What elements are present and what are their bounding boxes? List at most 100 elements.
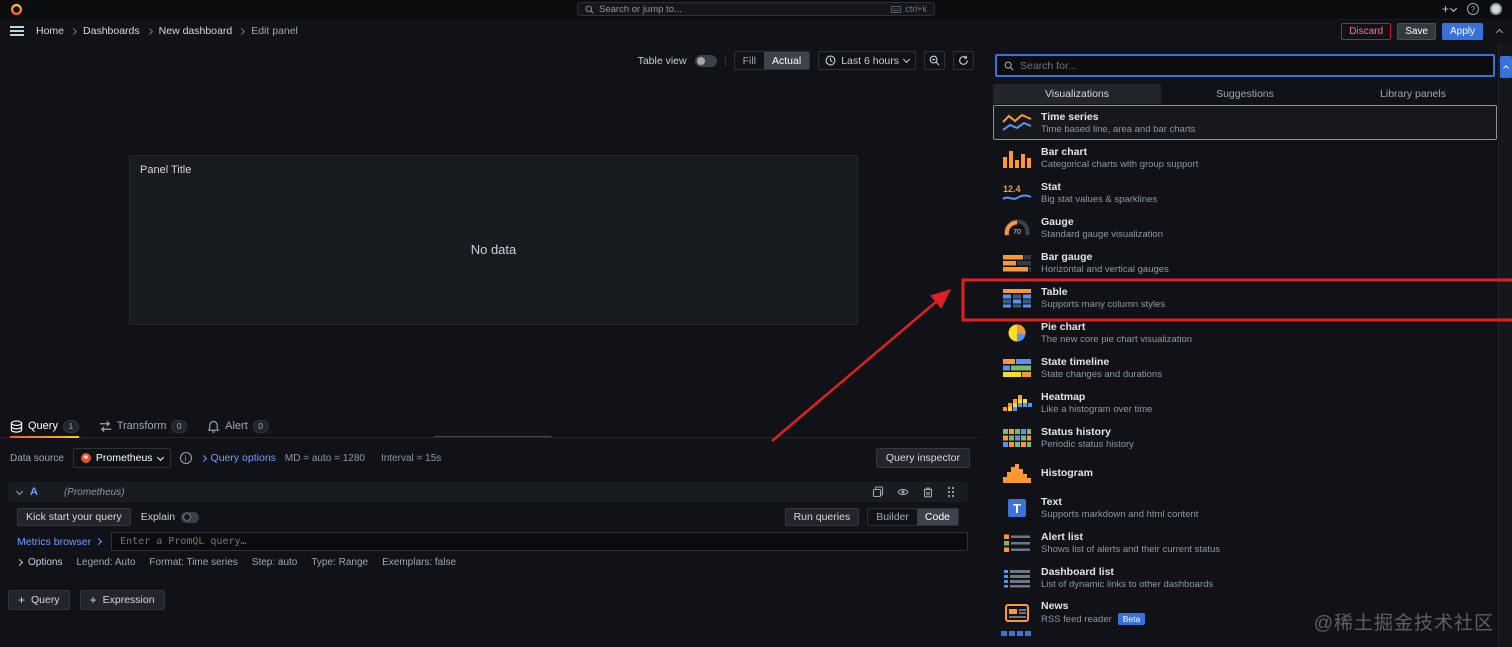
viz-tab-suggestions[interactable]: Suggestions <box>1161 84 1329 104</box>
collapse-query-icon[interactable] <box>15 487 24 495</box>
viz-item-description: Periodic status history <box>1041 438 1134 450</box>
viz-item-gauge[interactable]: 70 Gauge Standard gauge visualization <box>993 210 1497 245</box>
viz-item-description: Categorical charts with group support <box>1041 158 1199 170</box>
viz-item-histogram[interactable]: Histogram <box>993 455 1497 490</box>
viz-item-text[interactable]: T Text Supports markdown and html content <box>993 490 1497 525</box>
fill-option[interactable]: Fill <box>735 52 764 69</box>
viz-item-name: Alert list <box>1041 530 1084 543</box>
viz-item-name: Time series <box>1041 110 1099 123</box>
editor-tab-label: Transform <box>116 420 167 432</box>
status-history-icon <box>1002 428 1032 448</box>
search-icon <box>585 5 594 14</box>
breadcrumb-item-home[interactable]: Home <box>36 25 64 37</box>
editor-tab-transform[interactable]: Transform 0 <box>99 415 188 437</box>
add-menu-button[interactable]: + <box>1442 2 1458 16</box>
breadcrumb-separator-icon <box>238 27 246 35</box>
kick-start-button[interactable]: Kick start your query <box>17 508 131 526</box>
add-query-button[interactable]: + Query <box>8 590 70 610</box>
trash-icon[interactable] <box>922 486 934 498</box>
query-ref-id: A <box>30 486 38 498</box>
alert-list-icon <box>1002 533 1032 553</box>
datasource-picker[interactable]: Prometheus <box>72 448 171 468</box>
options-disclosure[interactable]: Options <box>15 557 62 568</box>
viz-item-name: Bar gauge <box>1041 250 1093 263</box>
max-data-points-summary: MD = auto = 1280 <box>284 452 365 464</box>
shortcut-hint: ctrl+k <box>890 4 927 14</box>
viz-item-heatmap[interactable]: Heatmap Like a histogram over time <box>993 385 1497 420</box>
editor-tab-badge: 0 <box>252 419 269 433</box>
save-button[interactable]: Save <box>1397 22 1436 40</box>
state-timeline-icon <box>1002 358 1032 378</box>
viz-search-input[interactable] <box>1020 59 1486 72</box>
run-queries-button[interactable]: Run queries <box>784 508 860 526</box>
editor-tab-badge: 0 <box>171 419 188 433</box>
interval-summary: Interval = 15s <box>380 452 442 464</box>
time-range-picker[interactable]: Last 6 hours <box>818 51 916 70</box>
viz-item-status-history[interactable]: Status history Periodic status history <box>993 420 1497 455</box>
viz-item-name: Histogram <box>1041 466 1093 479</box>
svg-text:12.4: 12.4 <box>1003 184 1021 194</box>
builder-mode-option[interactable]: Builder <box>868 509 917 525</box>
breadcrumb-item-new-dashboard[interactable]: New dashboard <box>159 25 233 37</box>
viz-search[interactable] <box>995 54 1495 77</box>
viz-item-description: RSS feed reader Beta <box>1041 613 1146 625</box>
pie-chart-icon <box>1002 323 1032 343</box>
scroll-up-button[interactable] <box>1500 56 1512 78</box>
datasource-help-icon[interactable]: i <box>179 452 192 464</box>
global-search[interactable]: ctrl+k <box>577 2 935 16</box>
breadcrumb-item-dashboards[interactable]: Dashboards <box>83 25 140 37</box>
viz-item-time-series[interactable]: Time series Time based line, area and bar… <box>993 105 1497 140</box>
heatmap-icon <box>1002 393 1032 413</box>
grafana-logo[interactable] <box>10 3 23 16</box>
chevron-right-icon <box>95 537 103 546</box>
viz-item-alert-list[interactable]: Alert list Shows list of alerts and their… <box>993 525 1497 560</box>
user-avatar[interactable] <box>1490 3 1502 15</box>
plus-icon: + <box>18 593 26 607</box>
query-row-header[interactable]: A (Prometheus) <box>8 482 968 502</box>
panel-preview[interactable]: Panel Title No data <box>129 155 858 325</box>
gauge-icon: 70 <box>1002 218 1032 238</box>
menu-icon[interactable] <box>10 26 24 36</box>
viz-item-bar-chart[interactable]: Bar chart Categorical charts with group s… <box>993 140 1497 175</box>
zoom-out-button[interactable] <box>924 51 945 70</box>
viz-tab-library-panels[interactable]: Library panels <box>1329 84 1497 104</box>
metrics-browser-link[interactable]: Metrics browser <box>17 536 103 548</box>
help-icon[interactable]: ? <box>1467 3 1479 15</box>
table-view-label: Table view <box>637 54 687 67</box>
discard-button[interactable]: Discard <box>1341 22 1392 40</box>
viz-item-table[interactable]: Table Supports many column styles <box>993 280 1497 315</box>
viz-item-pie-chart[interactable]: Pie chart The new core pie chart visualiz… <box>993 315 1497 350</box>
query-inspector-button[interactable]: Query inspector <box>875 448 970 468</box>
breadcrumb-item-edit-panel[interactable]: Edit panel <box>251 25 298 37</box>
table-view-toggle[interactable] <box>694 54 717 67</box>
viz-item-bar-gauge[interactable]: Bar gauge Horizontal and vertical gauges <box>993 245 1497 280</box>
apply-button[interactable]: Apply <box>1441 22 1483 40</box>
chevron-right-icon <box>199 454 207 462</box>
editor-tab-query[interactable]: Query 1 <box>10 415 79 438</box>
code-mode-option[interactable]: Code <box>916 509 958 525</box>
eye-icon[interactable] <box>897 486 909 498</box>
add-expression-label: Expression <box>102 594 155 606</box>
viz-item-description: Shows list of alerts and their current s… <box>1041 543 1220 555</box>
add-expression-button[interactable]: + Expression <box>79 590 165 610</box>
chevron-right-icon <box>15 558 24 567</box>
refresh-button[interactable] <box>953 51 974 70</box>
datasource-name: Prometheus <box>95 452 153 464</box>
editor-tab-alert[interactable]: Alert 0 <box>207 415 269 437</box>
actual-option[interactable]: Actual <box>764 52 810 69</box>
display-mode-group: Fill Actual <box>733 51 811 70</box>
viz-tab-visualizations[interactable]: Visualizations <box>993 84 1161 104</box>
sidebar-scrollbar[interactable] <box>1498 44 1512 647</box>
explain-toggle[interactable] <box>181 511 200 523</box>
viz-item-stat[interactable]: 12.4 Stat Big stat values & sparklines <box>993 175 1497 210</box>
drag-handle[interactable] <box>947 486 959 498</box>
duplicate-icon[interactable] <box>872 486 884 498</box>
viz-item-dashboard-list[interactable]: Dashboard list List of dynamic links to o… <box>993 560 1497 595</box>
promql-input[interactable] <box>111 532 968 551</box>
viz-item-description: The new core pie chart visualization <box>1041 333 1193 345</box>
viz-item-state-timeline[interactable]: State timeline State changes and duration… <box>993 350 1497 385</box>
transform-icon <box>99 420 112 433</box>
collapse-header-icon[interactable] <box>1495 28 1504 36</box>
global-search-input[interactable] <box>599 3 886 15</box>
query-options-link[interactable]: Query options <box>199 452 276 464</box>
